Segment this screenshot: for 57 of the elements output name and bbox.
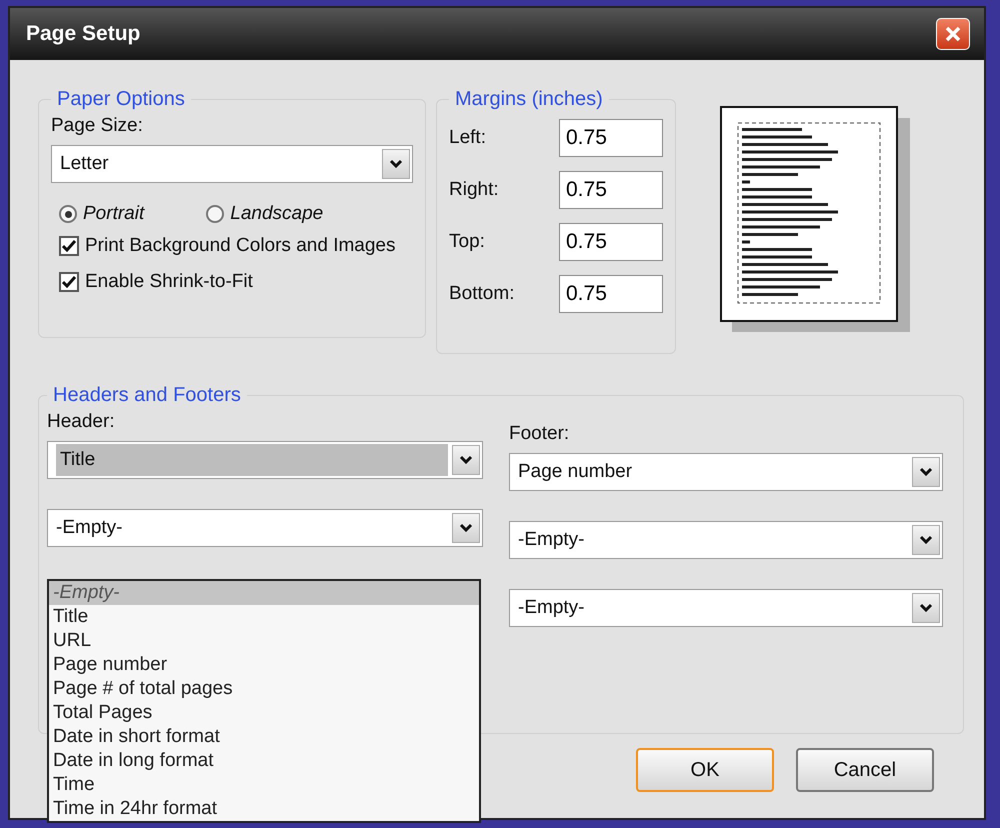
field-label: Footer: [509,423,570,445]
dropdown-option[interactable]: Page number [49,653,479,677]
radio-label: Landscape [230,203,324,225]
checkbox[interactable] [59,272,79,292]
footer-dropdown[interactable]: -Empty- [509,589,943,627]
radio-label: Portrait [83,203,144,225]
field-label: Bottom: [449,283,514,305]
ok-button[interactable]: OK [636,748,774,792]
dropdown-option[interactable]: -Empty- [49,581,479,605]
dropdown-option[interactable]: Time in 24hr format [49,797,479,821]
field-label: Page Size: [51,115,144,137]
chevron-down-icon [459,523,473,533]
margin-input[interactable]: 0.75 [559,275,663,313]
checkbox[interactable] [59,236,79,256]
radio-button[interactable] [206,205,224,223]
margin-input[interactable]: 0.75 [559,223,663,261]
dropdown-option[interactable]: Total Pages [49,701,479,725]
dropdown-button[interactable] [452,445,480,475]
footer-dropdown[interactable]: Page number [509,453,943,491]
checkbox-label: Enable Shrink-to-Fit [85,271,253,293]
dropdown-option[interactable]: Page # of total pages [49,677,479,701]
dropdown-button[interactable] [912,457,940,487]
dropdown-button[interactable] [912,525,940,555]
cancel-button[interactable]: Cancel [796,748,934,792]
chevron-down-icon [459,455,473,465]
group-title: Margins (inches) [454,88,604,111]
field-label: Header: [47,411,116,433]
footer-dropdown[interactable]: -Empty- [509,521,943,559]
header-dropdown[interactable]: -Empty- [47,509,483,547]
window-title: Page Setup [26,22,140,46]
dropdown-option[interactable]: URL [49,629,479,653]
checkmark-icon [62,240,76,252]
margin-input[interactable]: 0.75 [559,171,663,209]
chevron-down-icon [919,467,933,477]
dropdown-option[interactable]: Title [49,605,479,629]
group-title: Headers and Footers [52,384,242,407]
chevron-down-icon [919,603,933,613]
dropdown-option[interactable]: Date in long format [49,749,479,773]
radio-button[interactable] [59,205,77,223]
page-size-dropdown[interactable]: Letter [51,145,413,183]
dropdown-option[interactable]: Date in short format [49,725,479,749]
group-title: Paper Options [56,88,186,111]
field-label: Right: [449,179,499,201]
checkmark-icon [62,276,76,288]
header-dropdown[interactable]: Title [47,441,483,479]
dropdown-button[interactable] [912,593,940,623]
margin-input[interactable]: 0.75 [559,119,663,157]
dropdown-button[interactable] [452,513,480,543]
checkbox-label: Print Background Colors and Images [85,235,396,257]
close-icon [944,25,962,43]
field-label: Left: [449,127,486,149]
chevron-down-icon [389,159,403,169]
chevron-down-icon [919,535,933,545]
close-button[interactable] [936,18,970,50]
field-label: Top: [449,231,485,253]
dropdown-option[interactable]: Time [49,773,479,797]
dropdown-button[interactable] [382,149,410,179]
